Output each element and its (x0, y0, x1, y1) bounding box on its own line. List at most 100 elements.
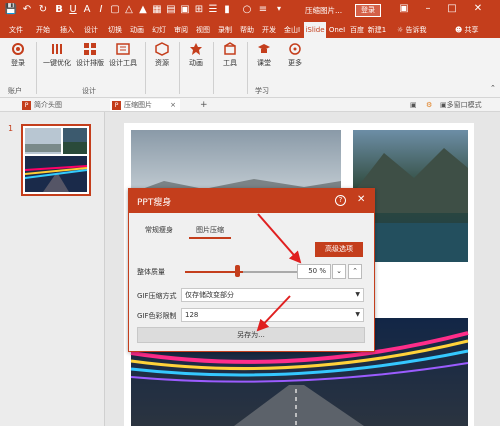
bold-icon[interactable]: B (52, 4, 66, 15)
tab-record[interactable]: 录制 (214, 22, 236, 38)
design-tools-button[interactable]: 设计工具 (107, 42, 139, 68)
group-label-account: 账户 (8, 87, 22, 95)
group-label-design: 设计 (82, 87, 96, 95)
text-box-icon[interactable]: ▤ (164, 4, 178, 15)
tab-home[interactable]: 开始 (32, 22, 54, 38)
ribbon-divider (247, 42, 248, 94)
slide-thumbnail[interactable] (21, 124, 91, 196)
quality-decrease-button[interactable]: ⌄ (332, 264, 346, 279)
save-as-button[interactable]: 另存为... (137, 327, 365, 343)
graduation-cap-icon (258, 44, 270, 53)
align-icon[interactable]: ☰ (206, 4, 220, 15)
tab-design[interactable]: 设计 (80, 22, 102, 38)
text-size-icon[interactable]: A (80, 4, 94, 15)
undo-icon[interactable]: ↶ (20, 4, 34, 15)
advanced-options-button[interactable]: 高级选项 (315, 242, 363, 257)
close-icon[interactable]: ✕ (357, 194, 365, 205)
line-icon[interactable]: ▮ (220, 4, 234, 15)
quality-slider-fill (185, 271, 243, 273)
slide-number: 1 (8, 124, 14, 133)
gif-mode-label: GIF压缩方式 (137, 292, 177, 300)
tab-animations[interactable]: 动画 (126, 22, 148, 38)
resources-button[interactable]: 资源 (150, 42, 174, 68)
help-icon[interactable]: ? (335, 195, 346, 206)
dialog-title: PPT瘦身 (137, 198, 172, 208)
underline-icon[interactable]: U (66, 4, 80, 15)
tab-slideshow[interactable]: 幻灯 (148, 22, 170, 38)
tab-view[interactable]: 视图 (192, 22, 214, 38)
login-ribbon-button[interactable]: 登录 (6, 42, 30, 68)
fill-icon[interactable]: ▲ (136, 4, 150, 15)
crop-icon[interactable]: ⊞ (192, 4, 206, 15)
document-tab-bar: P 简介头图 P 压缩图片 × + ▣ ⚙ ▣多窗口模式 (0, 98, 500, 112)
minimize-icon[interactable]: – (420, 3, 436, 14)
tab-file[interactable]: 文件 (4, 22, 28, 38)
new-tab-button[interactable]: + (200, 99, 208, 111)
save-icon[interactable]: 💾 (4, 4, 18, 15)
layout-grid-icon (84, 43, 96, 55)
star-icon (190, 43, 202, 55)
tab-kingsoft[interactable]: 金山I (280, 22, 304, 38)
more-dots-icon (289, 43, 301, 55)
ppt-slimming-dialog: PPT瘦身 ? ✕ 常规瘦身 图片压缩 高级选项 整体质量 50 % ⌄ ⌃ G… (128, 188, 375, 352)
tell-me-search[interactable]: ☼ 告诉我 (397, 22, 427, 38)
tab-regular-slimming[interactable]: 常规瘦身 (139, 221, 179, 239)
doc-tab-compress[interactable]: P 压缩图片 × (110, 99, 180, 111)
tab-developer[interactable]: 开发 (258, 22, 280, 38)
tab-help[interactable]: 帮助 (236, 22, 258, 38)
tab-review[interactable]: 审阅 (170, 22, 192, 38)
gif-color-select[interactable]: 128 ▼ (181, 308, 364, 322)
tab-onenote[interactable]: OneI (326, 22, 348, 38)
tab-insert[interactable]: 插入 (56, 22, 78, 38)
person-icon: ☻ (455, 26, 463, 34)
close-icon[interactable]: ✕ (470, 3, 486, 14)
sliders-icon (52, 44, 62, 54)
more-icon[interactable]: ≡ (256, 4, 270, 15)
design-layout-button[interactable]: 设计排版 (74, 42, 106, 68)
chevron-down-icon: ▼ (355, 291, 360, 298)
triangle-icon[interactable]: △ (122, 4, 136, 15)
tab-image-compression[interactable]: 图片压缩 (189, 221, 231, 239)
tab-new[interactable]: 新建1 (366, 22, 388, 38)
gif-color-label: GIF色彩限制 (137, 312, 177, 320)
tools-button[interactable]: 工具 (218, 42, 242, 68)
ribbon-divider (36, 42, 37, 94)
ribbon: 登录 账户 一键优化 设计排版 设计工具 设计 资源 动画 工具 课堂 更多 学… (0, 38, 500, 98)
more-button[interactable]: 更多 (284, 42, 306, 68)
chevron-down-icon[interactable]: ▾ (272, 4, 286, 13)
one-click-optimize-button[interactable]: 一键优化 (40, 42, 74, 68)
tab-baidu[interactable]: 百度 (348, 22, 366, 38)
dialog-header: PPT瘦身 ? ✕ (129, 189, 374, 213)
grid-icon[interactable]: ▦ (150, 4, 164, 15)
circle-icon[interactable]: ○ (240, 4, 254, 15)
cube-icon (155, 42, 169, 56)
windows-icon: ▣ (440, 101, 447, 109)
close-tab-icon[interactable]: × (170, 99, 176, 111)
multi-window-toggle[interactable]: ▣多窗口模式 (440, 99, 482, 111)
login-button[interactable]: 登录 (355, 4, 381, 17)
collapse-ribbon-icon[interactable]: ⌃ (490, 84, 496, 92)
tab-transitions[interactable]: 切换 (104, 22, 126, 38)
doc-tab-intro[interactable]: P 简介头图 (22, 99, 62, 111)
quality-slider-thumb[interactable] (235, 265, 240, 277)
repeat-icon[interactable]: ↻ (36, 4, 50, 15)
image-icon[interactable]: ▣ (178, 4, 192, 15)
tab-islide[interactable]: iSlide (304, 22, 326, 38)
box-icon (224, 42, 236, 55)
italic-icon[interactable]: I (94, 4, 108, 15)
share-button[interactable]: ☻ 共享 (455, 22, 479, 38)
shape-icon[interactable]: ▢ (108, 4, 122, 15)
classroom-button[interactable]: 课堂 (252, 42, 276, 68)
gif-mode-select[interactable]: 仅存储改变部分 ▼ (181, 288, 364, 302)
animation-button[interactable]: 动画 (184, 42, 208, 68)
quality-value-field[interactable]: 50 % (297, 264, 331, 279)
settings-icon[interactable]: ⚙ (426, 99, 432, 111)
quality-increase-button[interactable]: ⌃ (348, 264, 362, 279)
powerpoint-window: 💾 ↶ ↻ B U A I ▢ △ ▲ ▦ ▤ ▣ ⊞ ☰ ▮ ○ ≡ ▾ 压缩… (0, 0, 500, 426)
ribbon-divider (145, 42, 146, 94)
ribbon-display-icon[interactable]: ▣ (396, 3, 412, 14)
maximize-icon[interactable]: □ (444, 3, 460, 14)
quality-slider-track[interactable] (185, 271, 300, 273)
window-icon[interactable]: ▣ (410, 99, 417, 111)
gear-icon (12, 43, 24, 55)
